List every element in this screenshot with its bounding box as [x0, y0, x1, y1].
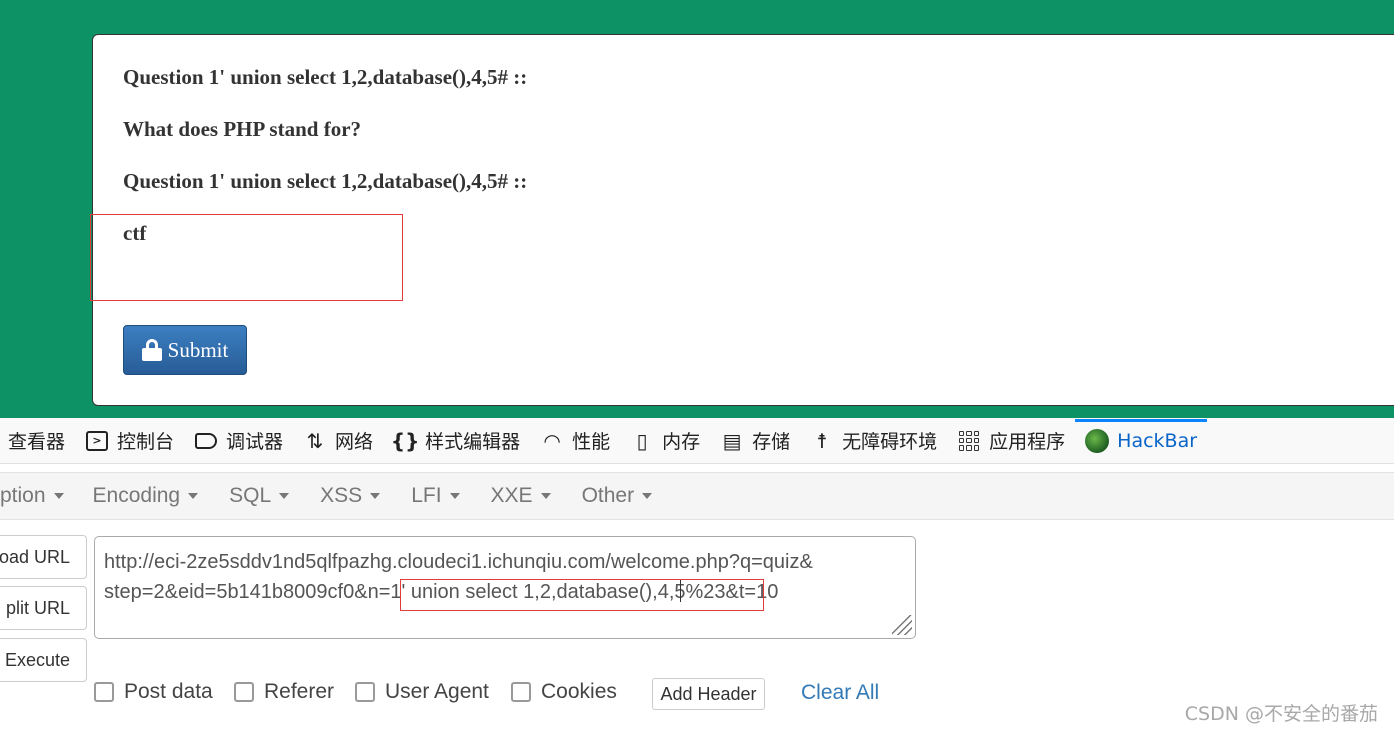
tab-debugger[interactable]: 调试器: [184, 418, 293, 464]
tab-memory[interactable]: ▯ 内存: [620, 418, 710, 464]
menu-label: XXE: [490, 484, 533, 507]
tab-label: 网络: [335, 431, 374, 453]
menu-label: LFI: [411, 484, 442, 507]
checkbox-label: Cookies: [541, 680, 617, 703]
url-text-line: http://eci-2ze5sddv1nd5qlfpazhg.cloudeci…: [104, 551, 813, 573]
performance-icon: ◠: [543, 428, 561, 453]
add-header-button[interactable]: Add Header: [652, 678, 765, 710]
tab-network[interactable]: ⇅ 网络: [293, 418, 383, 464]
accessibility-icon: ☨: [816, 428, 828, 453]
chevron-down-icon: [53, 493, 64, 499]
checkbox-label: User Agent: [385, 680, 489, 703]
question-text: Question 1' union select 1,2,database(),…: [123, 169, 528, 193]
lock-icon: [141, 339, 162, 361]
watermark: CSDN @不安全的番茄: [1184, 703, 1378, 725]
devtools-toolbar: 查看器 > 控制台 调试器 ⇅ 网络 {} 样式编辑器 ◠ 性能 ▯ 内存 ▤ …: [0, 418, 1394, 464]
user-agent-checkbox[interactable]: User Agent: [355, 680, 489, 704]
chevron-down-icon: [642, 493, 653, 499]
answer-highlight-box: [90, 214, 403, 301]
submit-button[interactable]: Submit: [123, 325, 247, 375]
memory-icon: ▯: [636, 428, 648, 453]
tab-style-editor[interactable]: {} 样式编辑器: [383, 418, 530, 464]
menu-encryption[interactable]: ption: [0, 484, 64, 508]
injection-highlight-box: [400, 579, 764, 611]
tab-hackbar[interactable]: HackBar: [1075, 418, 1207, 464]
referer-checkbox[interactable]: Referer: [234, 680, 334, 704]
question-text: What does PHP stand for?: [123, 117, 362, 141]
tab-label: 查看器: [8, 431, 66, 453]
chevron-down-icon: [370, 493, 381, 499]
checkbox-label: Referer: [264, 680, 335, 703]
chevron-down-icon: [279, 493, 290, 499]
tab-storage[interactable]: ▤ 存储: [710, 418, 800, 464]
tab-label: 无障碍环境: [842, 431, 938, 453]
console-icon: >: [85, 429, 109, 453]
menu-label: ption: [0, 484, 46, 507]
menu-xss[interactable]: XSS: [320, 484, 381, 508]
chevron-down-icon: [540, 493, 551, 499]
tab-label: 性能: [572, 431, 611, 453]
submit-label: Submit: [167, 337, 229, 362]
network-icon: ⇅: [306, 428, 324, 453]
execute-button[interactable]: Execute: [0, 638, 87, 682]
resize-handle-icon[interactable]: [892, 615, 912, 635]
menu-label: XSS: [320, 484, 363, 507]
menu-sql[interactable]: SQL: [229, 484, 290, 508]
hackbar-menu: ption Encoding SQL XSS LFI XXE Other: [0, 472, 1394, 520]
post-data-checkbox[interactable]: Post data: [94, 680, 213, 704]
split-url-button[interactable]: plit URL: [0, 586, 87, 630]
checkbox-icon[interactable]: [94, 682, 114, 702]
tab-label: HackBar: [1117, 429, 1198, 452]
chevron-down-icon: [449, 493, 460, 499]
checkbox-icon[interactable]: [234, 682, 254, 702]
chevron-down-icon: [188, 493, 199, 499]
menu-lfi[interactable]: LFI: [411, 484, 460, 508]
clear-all-link[interactable]: Clear All: [801, 681, 879, 705]
question-text: Question 1' union select 1,2,database(),…: [123, 65, 528, 89]
load-url-button[interactable]: oad URL: [0, 535, 87, 579]
tab-label: 控制台: [117, 431, 175, 453]
tab-label: 存储: [752, 431, 791, 453]
cookies-checkbox[interactable]: Cookies: [511, 680, 617, 704]
checkbox-label: Post data: [124, 680, 213, 703]
checkbox-icon[interactable]: [511, 682, 531, 702]
tab-inspector[interactable]: 查看器: [0, 418, 75, 464]
menu-label: Encoding: [92, 484, 181, 507]
tab-label: 样式编辑器: [425, 431, 521, 453]
tab-label: 调试器: [226, 431, 284, 453]
tab-label: 内存: [662, 431, 701, 453]
text-cursor: [680, 580, 681, 602]
checkbox-icon[interactable]: [355, 682, 375, 702]
application-icon: [957, 429, 981, 453]
menu-other[interactable]: Other: [582, 484, 653, 508]
storage-icon: ▤: [722, 428, 742, 453]
menu-label: Other: [581, 484, 635, 507]
style-editor-icon: {}: [390, 428, 420, 453]
tab-label: 应用程序: [989, 431, 1066, 453]
menu-xxe[interactable]: XXE: [491, 484, 551, 508]
tab-performance[interactable]: ◠ 性能: [530, 418, 620, 464]
tab-application[interactable]: 应用程序: [947, 418, 1075, 464]
tab-accessibility[interactable]: ☨ 无障碍环境: [800, 418, 947, 464]
hackbar-icon: [1085, 428, 1110, 453]
menu-label: SQL: [229, 484, 272, 507]
menu-encoding[interactable]: Encoding: [93, 484, 199, 508]
debugger-icon: [194, 429, 218, 453]
tab-console[interactable]: > 控制台: [75, 418, 184, 464]
